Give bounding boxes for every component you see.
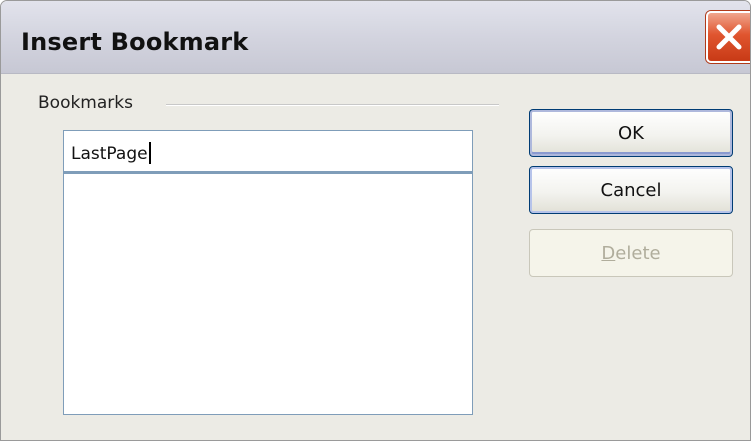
text-caret	[148, 142, 151, 164]
close-x-icon	[714, 22, 744, 52]
dialog-title: Insert Bookmark	[21, 28, 249, 56]
delete-button[interactable]: Delete	[529, 229, 733, 277]
bookmark-name-input[interactable]: LastPage	[63, 130, 473, 172]
title-bar: Insert Bookmark	[1, 1, 750, 74]
bookmark-name-value: LastPage	[71, 144, 148, 164]
bookmarks-group-label: Bookmarks	[38, 93, 133, 113]
bookmarks-list[interactable]	[63, 172, 473, 415]
cancel-button[interactable]: Cancel	[529, 166, 733, 214]
close-button[interactable]	[706, 11, 750, 63]
insert-bookmark-dialog: Insert Bookmark Bookmarks LastPage OK Ca…	[0, 0, 751, 441]
delete-label-rest: elete	[615, 242, 661, 264]
delete-button-label: Delete	[601, 243, 660, 264]
delete-mnemonic: D	[601, 242, 616, 264]
cancel-button-label: Cancel	[600, 179, 662, 201]
group-divider	[166, 104, 499, 106]
ok-button[interactable]: OK	[529, 109, 733, 157]
ok-button-label: OK	[618, 122, 644, 144]
